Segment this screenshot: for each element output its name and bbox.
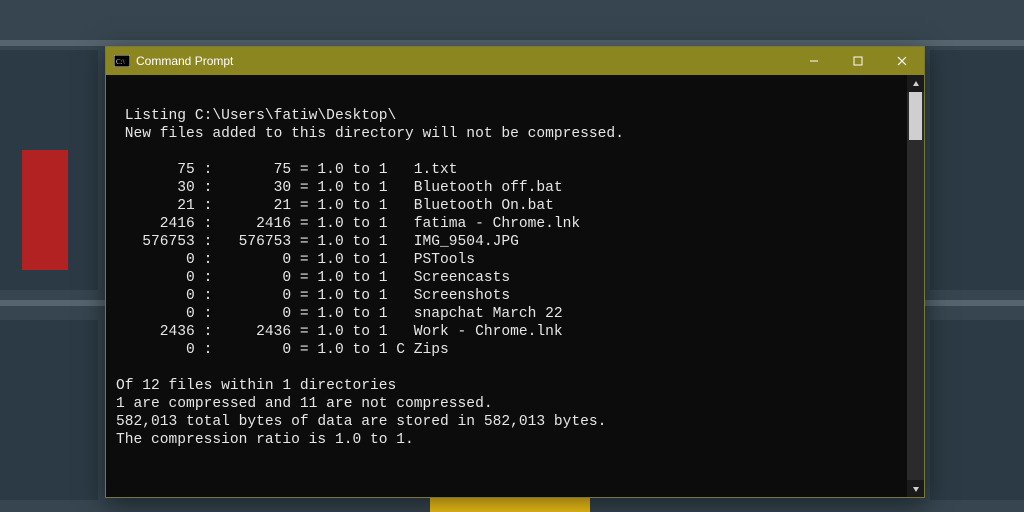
window-title: Command Prompt	[136, 54, 233, 68]
scroll-down-arrow-icon[interactable]	[907, 480, 924, 497]
svg-text:C:\: C:\	[116, 58, 125, 66]
scroll-up-arrow-icon[interactable]	[907, 75, 924, 92]
titlebar[interactable]: C:\ Command Prompt	[106, 47, 924, 75]
vertical-scrollbar[interactable]	[907, 75, 924, 497]
desktop-background: C:\ Command Prompt Listing C:\Users\fati…	[0, 0, 1024, 512]
maximize-button[interactable]	[836, 47, 880, 75]
close-button[interactable]	[880, 47, 924, 75]
minimize-button[interactable]	[792, 47, 836, 75]
scroll-thumb[interactable]	[909, 92, 922, 140]
command-prompt-window: C:\ Command Prompt Listing C:\Users\fati…	[105, 46, 925, 498]
cmd-icon: C:\	[114, 55, 130, 67]
scroll-track[interactable]	[907, 92, 924, 480]
terminal-output[interactable]: Listing C:\Users\fatiw\Desktop\ New file…	[106, 75, 907, 497]
